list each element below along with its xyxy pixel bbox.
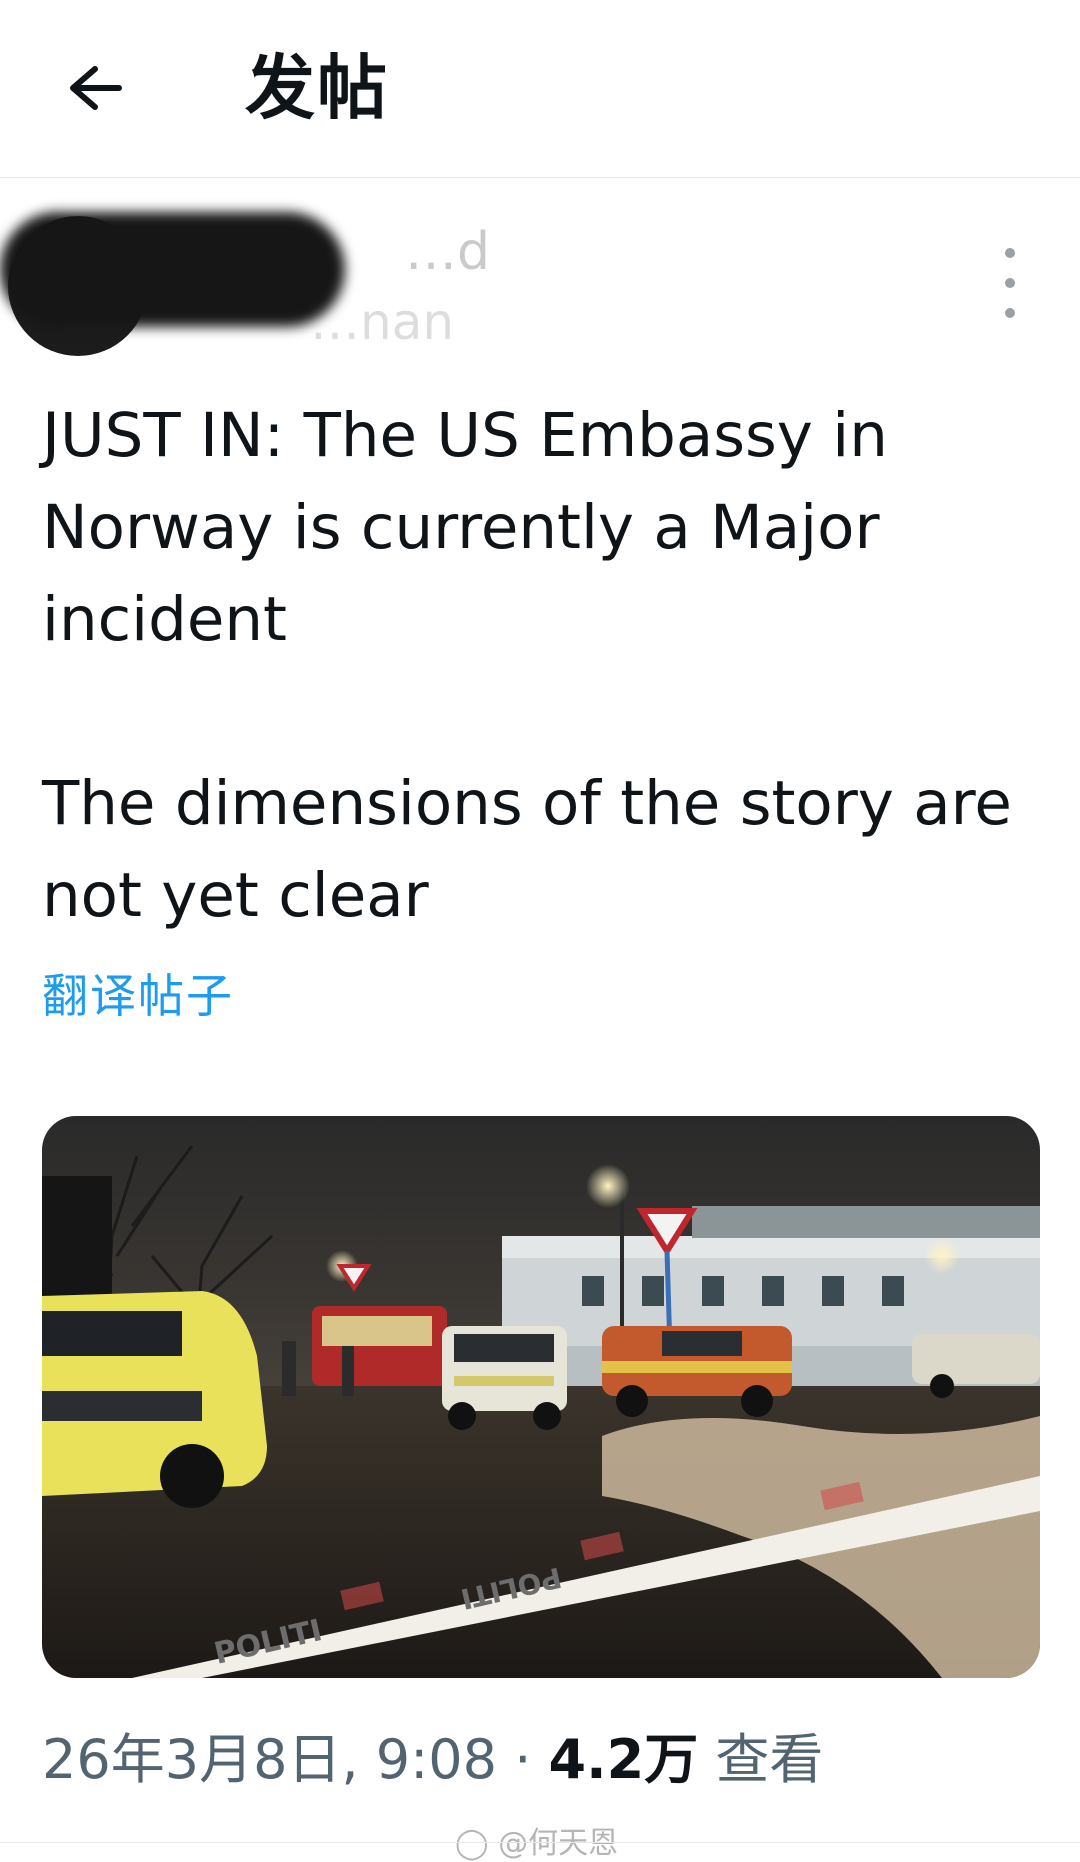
divider	[0, 1842, 1080, 1843]
views-label: 查看	[715, 1728, 824, 1791]
views-count: 4.2万	[548, 1728, 699, 1791]
top-bar: 发帖	[0, 0, 1080, 178]
redaction-scribble	[0, 212, 345, 327]
embassy-scene-image: POLITI POLITI	[42, 1116, 1040, 1678]
post-timestamp[interactable]: 26年3月8日, 9:08	[42, 1728, 497, 1791]
post-meta: 26年3月8日, 9:08 · 4.2万 查看	[42, 1725, 823, 1795]
watermark-text: @何天恩	[498, 1826, 619, 1861]
post-image[interactable]: POLITI POLITI	[42, 1116, 1040, 1678]
arrow-left-icon	[70, 66, 122, 110]
watermark: ◯ @何天恩	[455, 1818, 618, 1862]
post-paragraph: The dimensions of the story are not yet …	[42, 768, 1012, 931]
more-options-button[interactable]	[995, 248, 1025, 318]
post-text: JUST IN: The US Embassy in Norway is cur…	[42, 390, 1032, 942]
weibo-logo-icon: ◯	[455, 1826, 489, 1861]
author-row: …d …nan	[0, 200, 1080, 360]
author-display-name[interactable]: …d	[405, 220, 490, 284]
translate-post-link[interactable]: 翻译帖子	[42, 960, 234, 1026]
vertical-dots-icon	[1005, 248, 1015, 258]
meta-separator: ·	[514, 1728, 532, 1791]
back-button[interactable]	[60, 48, 130, 128]
post-paragraph: JUST IN: The US Embassy in Norway is cur…	[42, 400, 888, 655]
page-title: 发帖	[245, 47, 389, 129]
